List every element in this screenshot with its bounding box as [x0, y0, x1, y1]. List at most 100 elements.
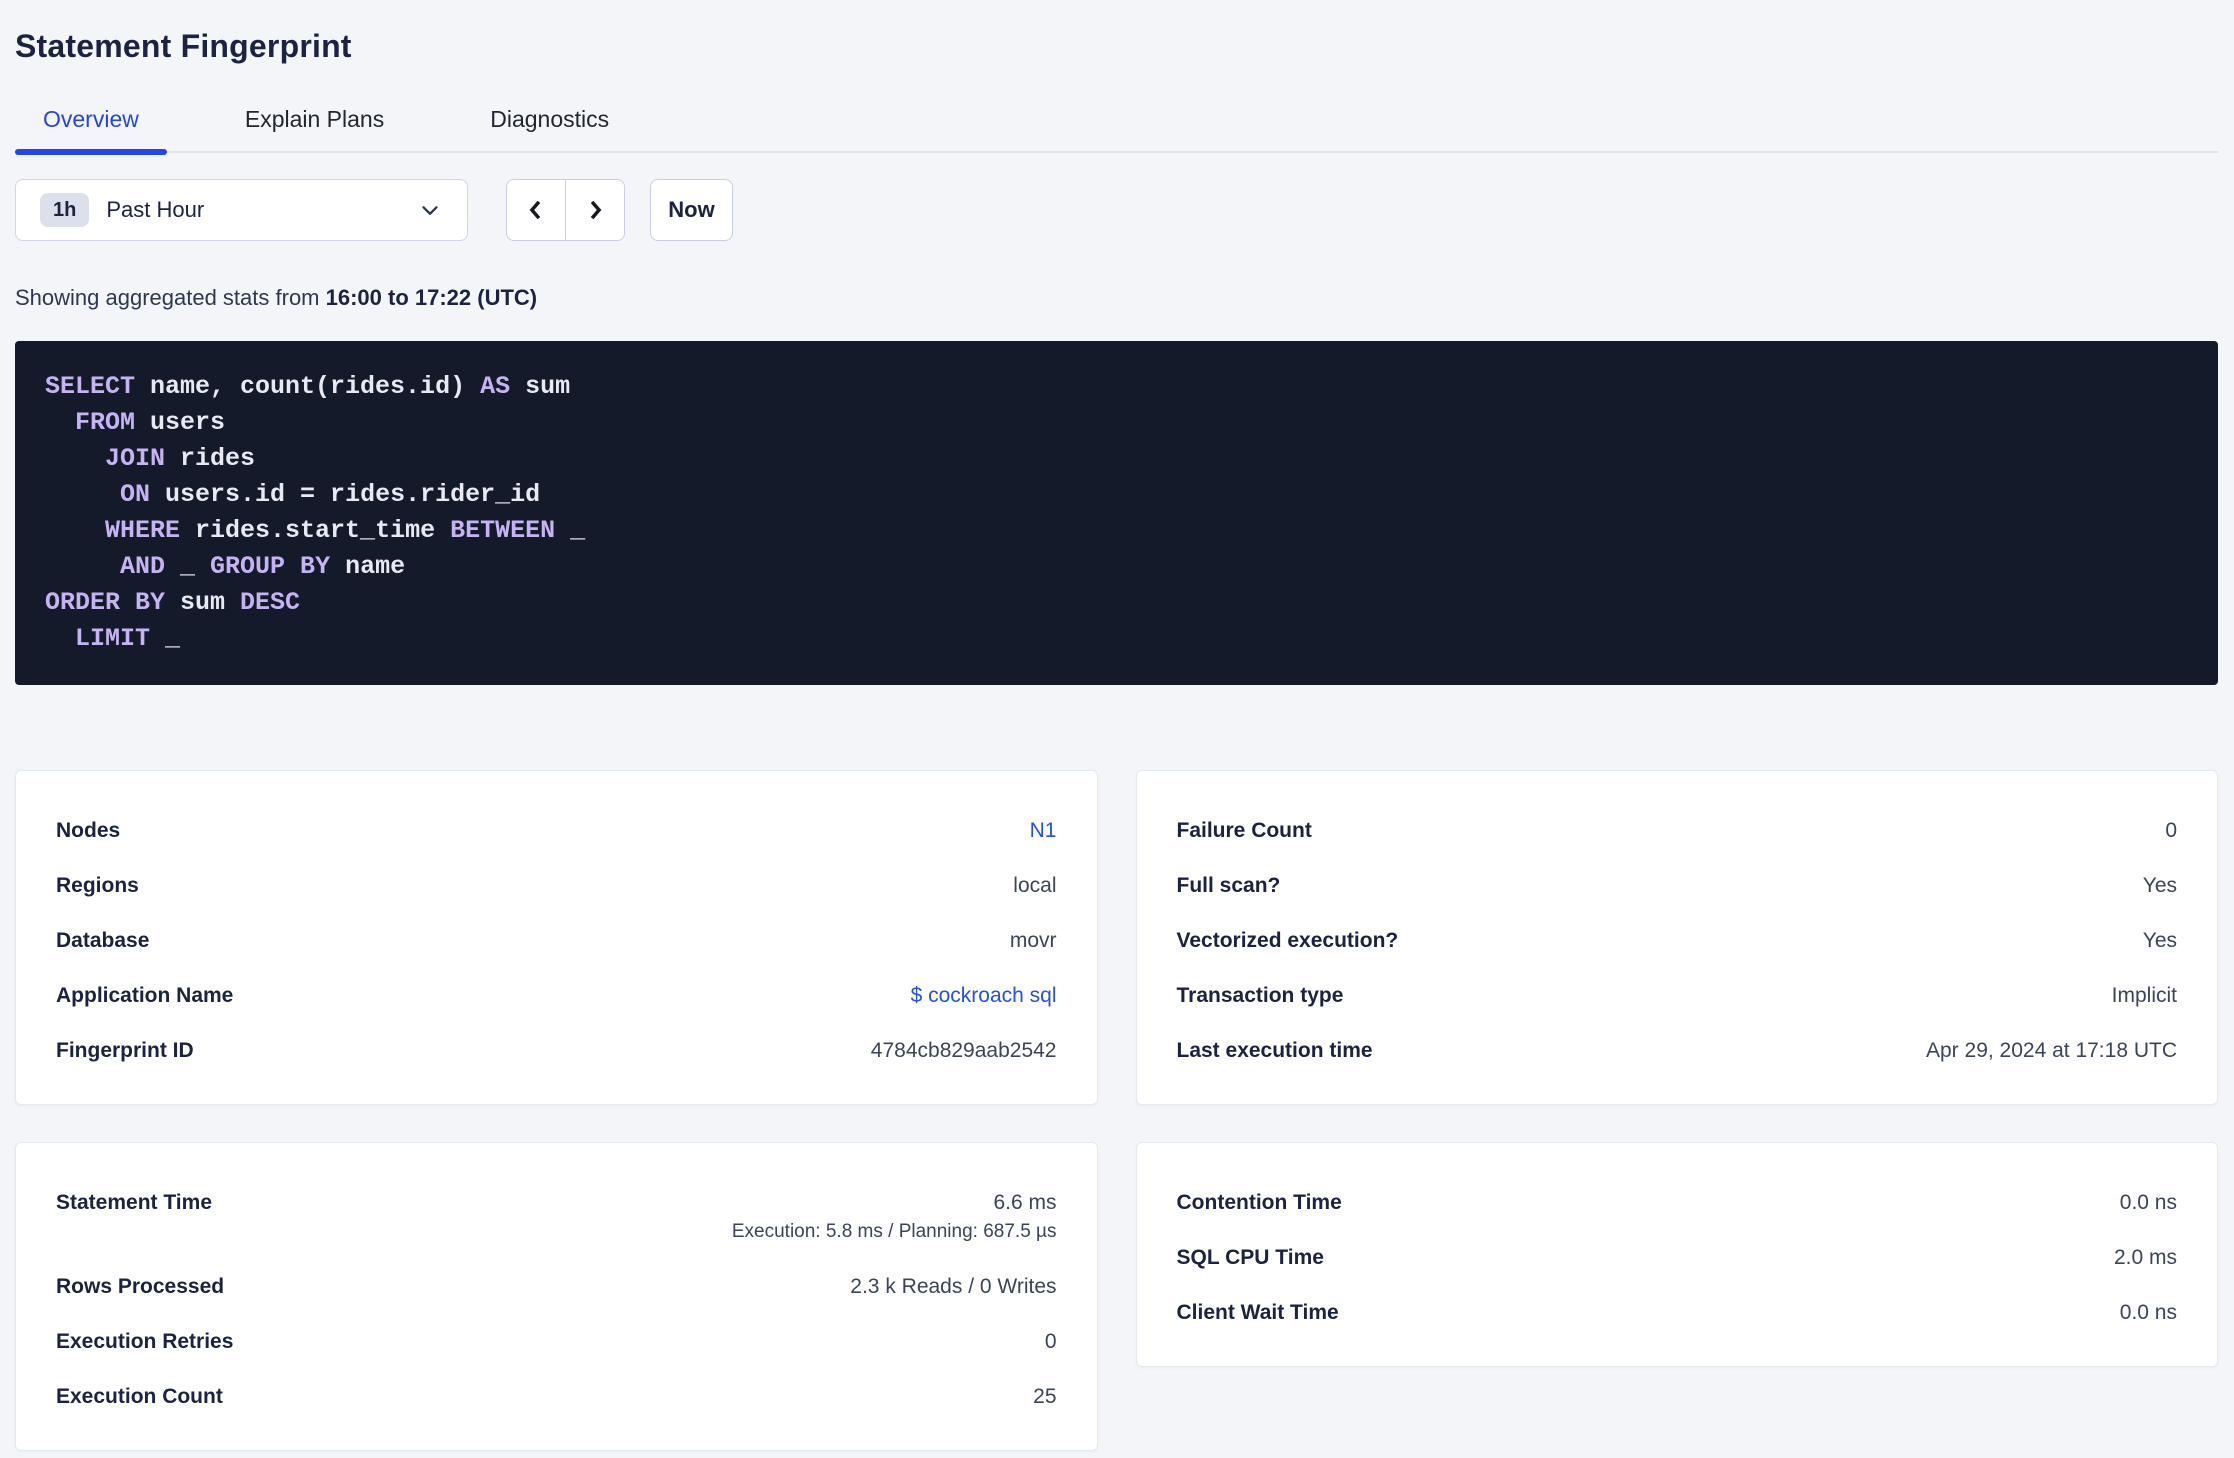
stat-row: Vectorized execution? Yes — [1177, 929, 2178, 953]
time-range-badge: 1h — [40, 193, 90, 227]
time-range-select[interactable]: 1h Past Hour — [15, 179, 468, 241]
stat-value: Implicit — [2111, 984, 2177, 1007]
sql-line: LIMIT _ — [45, 621, 2188, 657]
tab-overview[interactable]: Overview — [15, 105, 167, 155]
time-range-selected-value: Past Hour — [106, 197, 205, 222]
tab-explain-plans[interactable]: Explain Plans — [217, 105, 412, 151]
sql-keyword: AS — [480, 372, 511, 401]
statement-fingerprint-page: Statement Fingerprint Overview Explain P… — [0, 0, 2234, 1451]
stat-value: 4784cb829aab2542 — [870, 1039, 1057, 1062]
sql-keyword: SELECT — [45, 372, 136, 401]
sql-text: rides.start_time — [180, 516, 451, 545]
next-range-button[interactable] — [566, 180, 624, 240]
sql-statement: SELECT name, count(rides.id) AS sum FROM… — [15, 341, 2218, 685]
sql-keyword: JOIN — [105, 444, 166, 473]
sql-text: name, count(rides.id) — [135, 372, 481, 401]
stat-row: Application Name $ cockroach sql — [56, 984, 1057, 1008]
stat-row: Rows Processed 2.3 k Reads / 0 Writes — [56, 1275, 1057, 1299]
stat-row: Failure Count 0 — [1177, 819, 2178, 843]
stat-row: Contention Time 0.0 ns — [1177, 1191, 2178, 1215]
stat-value-wrap: Implicit — [2112, 984, 2177, 1008]
stat-value: Yes — [2142, 929, 2177, 952]
stat-row: Execution Retries 0 — [56, 1330, 1057, 1354]
sql-text: _ — [150, 624, 181, 653]
sql-line: ORDER BY sum DESC — [45, 585, 2188, 621]
page-title: Statement Fingerprint — [15, 28, 352, 64]
stat-value: Yes — [2142, 874, 2177, 897]
stat-label: Rows Processed — [56, 1275, 225, 1298]
stat-label: Contention Time — [1176, 1191, 1342, 1214]
now-button[interactable]: Now — [650, 179, 733, 241]
stat-value: 2.0 ms — [2113, 1246, 2177, 1269]
stat-value-wrap: Yes — [2143, 929, 2177, 953]
aggregated-stats-caption: Showing aggregated stats from 16:00 to 1… — [15, 285, 2218, 311]
sql-line: WHERE rides.start_time BETWEEN _ — [45, 513, 2188, 549]
stat-value-wrap: 0 — [2165, 819, 2177, 843]
chevron-down-icon — [417, 197, 443, 223]
stat-label: Transaction type — [1176, 984, 1344, 1007]
stat-row: Statement Time 6.6 ms Execution: 5.8 ms / … — [56, 1191, 1057, 1244]
stat-row: Execution Count 25 — [56, 1385, 1057, 1409]
sql-line: JOIN rides — [45, 441, 2188, 477]
sql-text: _ — [555, 516, 586, 545]
statement-details-card: Nodes N1 Regions local Database movr Applicati… — [15, 770, 1098, 1105]
stat-label: Nodes — [56, 819, 121, 842]
stat-value: 25 — [1033, 1385, 1057, 1408]
sql-text: rides — [165, 444, 256, 473]
stat-label: Vectorized execution? — [1176, 929, 1399, 952]
sql-keyword: FROM — [75, 408, 136, 437]
stat-value-wrap: Apr 29, 2024 at 17:18 UTC — [1926, 1039, 2177, 1063]
chevron-left-icon — [522, 196, 550, 224]
sql-keyword: WHERE — [105, 516, 181, 545]
stat-value-wrap: 4784cb829aab2542 — [871, 1039, 1057, 1063]
stat-subvalue: Execution: 5.8 ms / Planning: 687.5 µs — [731, 1221, 1057, 1242]
sql-text: sum — [510, 372, 571, 401]
chevron-right-icon — [581, 196, 609, 224]
sql-keyword: AND — [120, 552, 166, 581]
stat-value-wrap: movr — [1010, 929, 1057, 953]
stat-value-wrap: 25 — [1033, 1385, 1056, 1409]
previous-range-button[interactable] — [507, 180, 566, 240]
stat-value: 0 — [2165, 819, 2177, 842]
stat-row: Client Wait Time 0.0 ns — [1177, 1301, 2178, 1325]
stat-label: SQL CPU Time — [1176, 1246, 1324, 1269]
sql-text: users.id = rides.rider_id — [150, 480, 541, 509]
stat-value-wrap: 2.0 ms — [2114, 1246, 2177, 1270]
summary-cards: Nodes N1 Regions local Database movr Applicati… — [15, 770, 2218, 1451]
tab-overview-label: Overview — [43, 106, 139, 132]
stat-row: Nodes N1 — [56, 819, 1057, 843]
stat-row: Regions local — [56, 874, 1057, 898]
tab-diagnostics-label: Diagnostics — [490, 106, 610, 132]
stat-value: 0.0 ns — [2119, 1301, 2177, 1324]
sql-text: sum — [165, 588, 241, 617]
sql-line: FROM users — [45, 405, 2188, 441]
wait-time-card: Contention Time 0.0 ns SQL CPU Time 2.0 ms C… — [1135, 1142, 2218, 1367]
stat-row: Last execution time Apr 29, 2024 at 17:18… — [1177, 1039, 2178, 1063]
stat-value-wrap: $ cockroach sql — [911, 984, 1057, 1008]
stat-label: Execution Retries — [56, 1330, 234, 1353]
stat-value-link[interactable]: N1 — [1030, 819, 1057, 842]
stat-label: Full scan? — [1176, 874, 1281, 897]
tab-diagnostics[interactable]: Diagnostics — [462, 105, 637, 151]
stat-label: Database — [56, 929, 150, 952]
stat-label: Regions — [56, 874, 139, 897]
stat-row: Full scan? Yes — [1177, 874, 2178, 898]
tab-explain-plans-label: Explain Plans — [244, 106, 385, 132]
sql-keyword: LIMIT — [75, 624, 151, 653]
sql-text: name — [330, 552, 406, 581]
stat-row: Transaction type Implicit — [1177, 984, 2178, 1008]
stat-label: Last execution time — [1176, 1039, 1373, 1062]
sql-text: _ — [165, 552, 211, 581]
stat-value-link[interactable]: $ cockroach sql — [911, 984, 1057, 1007]
stat-value: 6.6 ms — [993, 1191, 1057, 1214]
stat-value: 0 — [1044, 1330, 1057, 1353]
stat-label: Statement Time — [56, 1191, 212, 1214]
stat-row: Database movr — [56, 929, 1057, 953]
stat-value: 0.0 ns — [2119, 1191, 2177, 1214]
sql-keyword: ON — [120, 480, 151, 509]
sql-line: ON users.id = rides.rider_id — [45, 477, 2188, 513]
stat-value-wrap: 0.0 ns — [2120, 1191, 2177, 1215]
